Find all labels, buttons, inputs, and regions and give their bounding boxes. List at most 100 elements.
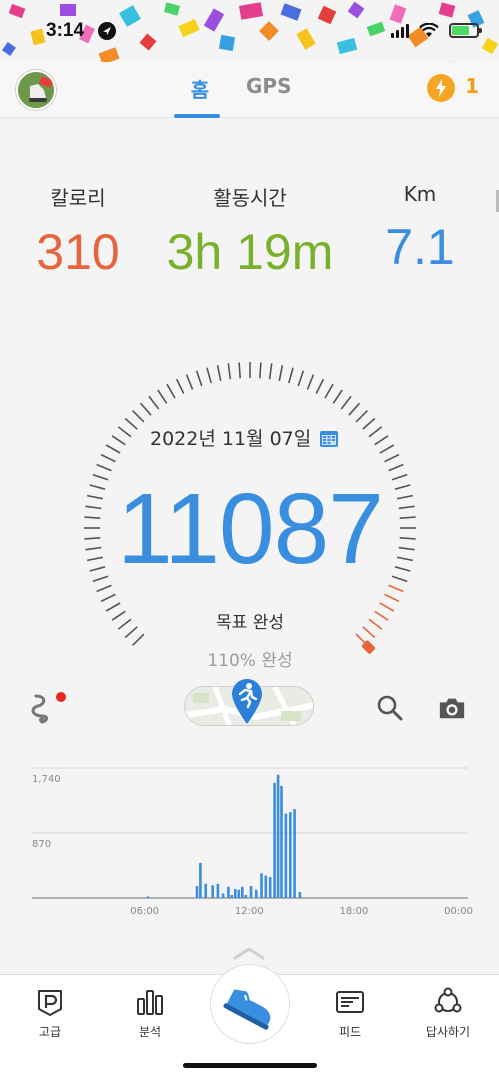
gauge-tick — [175, 378, 185, 394]
gauge-tick — [139, 402, 152, 416]
chart-bar — [249, 886, 253, 898]
goal-percent: 110% 완성 — [207, 651, 293, 671]
chart-bar — [284, 813, 288, 898]
gauge-tick — [85, 546, 102, 551]
gauge-tick — [89, 484, 106, 490]
gauge-tick — [379, 444, 395, 454]
coin-count: 1 — [465, 74, 479, 98]
chart-bar — [227, 886, 230, 898]
status-bar: 3:14 — [0, 0, 499, 64]
gauge-tick — [84, 537, 101, 540]
gauge-tick — [195, 370, 203, 387]
gauge-tick — [297, 370, 305, 387]
profile-avatar[interactable] — [16, 70, 56, 110]
gauge-tick — [105, 602, 121, 612]
gauge-tick — [89, 566, 106, 572]
calendar-icon[interactable] — [319, 428, 339, 448]
gauge-tick — [268, 363, 273, 380]
gauge-tick — [394, 484, 411, 490]
calories-stat: 칼로리 310 — [30, 182, 126, 281]
calories-value: 310 — [36, 224, 120, 280]
nav-feed-label: 피드 — [338, 1025, 362, 1039]
chart-bar — [195, 886, 199, 898]
gauge-tick — [368, 426, 383, 438]
wifi-icon — [419, 23, 439, 37]
route-icon[interactable] — [28, 690, 68, 726]
chart-bar — [221, 893, 225, 898]
chart-bar — [293, 809, 296, 898]
nav-explore[interactable]: 답사하기 — [408, 987, 488, 1040]
calories-label: 칼로리 — [50, 186, 106, 210]
feed-card-icon — [336, 991, 364, 1013]
gauge-tick — [100, 453, 116, 463]
distance-stat: Km 7.1 — [370, 182, 470, 276]
x-tick-label: 00:00 — [444, 906, 473, 917]
gauge-tick — [324, 383, 334, 399]
gauge-tick — [398, 546, 415, 551]
gauge-tick — [87, 494, 104, 500]
gauge-tick — [216, 365, 222, 382]
chart-bar — [268, 877, 272, 898]
tab-gps[interactable]: GPS — [246, 74, 291, 98]
chart-bar — [230, 895, 234, 898]
drawer-handle-icon[interactable] — [232, 946, 266, 960]
gauge-tick — [92, 575, 109, 583]
top-header: 홈 GPS 1 — [0, 62, 499, 118]
app-screen: 3:14 홈 GPS 1 칼로리 310 활동시간 3h 19m Km 7.1 … — [0, 0, 499, 1080]
chart-bar — [264, 875, 268, 898]
goal-label: 목표 완성 — [216, 613, 284, 633]
gauge-tick — [87, 556, 104, 562]
gauge-tick — [124, 626, 138, 639]
gauge-tick — [111, 435, 126, 446]
chart-bar — [199, 862, 202, 898]
location-arrow-icon — [98, 22, 116, 40]
coin-icon[interactable] — [427, 74, 455, 102]
gauge-tick — [105, 444, 121, 454]
distance-label: Km — [403, 182, 437, 206]
gauge-tick — [391, 473, 408, 481]
status-time: 3:14 — [46, 20, 85, 41]
camera-icon[interactable] — [438, 694, 468, 722]
gauge-tick — [100, 593, 116, 603]
gauge-tick — [92, 473, 109, 481]
nav-analysis-label: 분석 — [138, 1025, 162, 1039]
y-tick-label: 870 — [32, 839, 51, 850]
y-tick-label: 1,740 — [32, 774, 61, 785]
map-pin-runner-icon[interactable] — [230, 678, 264, 724]
gauge-tick — [306, 374, 315, 390]
gauge-tick — [374, 610, 389, 621]
nav-feed[interactable]: 피드 — [310, 987, 390, 1040]
search-icon[interactable] — [376, 694, 404, 722]
chart-canvas: 1,740 870 06:00 12:00 18:00 00:00 — [32, 767, 473, 917]
chart-bar — [241, 886, 244, 898]
gauge-tick — [340, 395, 352, 410]
gauge-tick — [399, 537, 416, 540]
gauge-tick — [185, 374, 194, 390]
gauge-tick — [85, 505, 102, 510]
chart-bar — [260, 873, 263, 898]
home-indicator — [183, 1063, 317, 1068]
nav-analysis[interactable]: 분석 — [110, 987, 190, 1040]
gauge-tick — [399, 516, 416, 519]
date-text[interactable]: 2022년 11월 07일 — [150, 424, 311, 451]
chart-bar — [276, 774, 280, 898]
gauge-tick — [157, 389, 168, 404]
chart-bar — [273, 782, 276, 898]
tab-home[interactable]: 홈 — [178, 74, 222, 103]
gauge-tick — [206, 367, 212, 384]
distance-value: 7.1 — [385, 219, 455, 275]
gauge-tick — [259, 362, 262, 379]
explore-people-icon — [434, 987, 462, 1013]
chart-bar — [237, 889, 241, 898]
gauge-tick — [362, 626, 376, 639]
nav-explore-label: 답사하기 — [425, 1025, 471, 1039]
date-selector[interactable]: 2022년 11월 07일 — [150, 424, 339, 451]
nav-premium[interactable]: 고급 — [10, 987, 90, 1040]
gauge-tick — [111, 610, 126, 621]
nav-center-shoe-button[interactable] — [210, 964, 290, 1044]
bar-chart-icon — [137, 990, 163, 1015]
gauge-tick — [368, 618, 383, 630]
chart-bar — [211, 885, 214, 898]
gauge-tick — [315, 378, 325, 394]
gauge-tick — [388, 584, 404, 593]
